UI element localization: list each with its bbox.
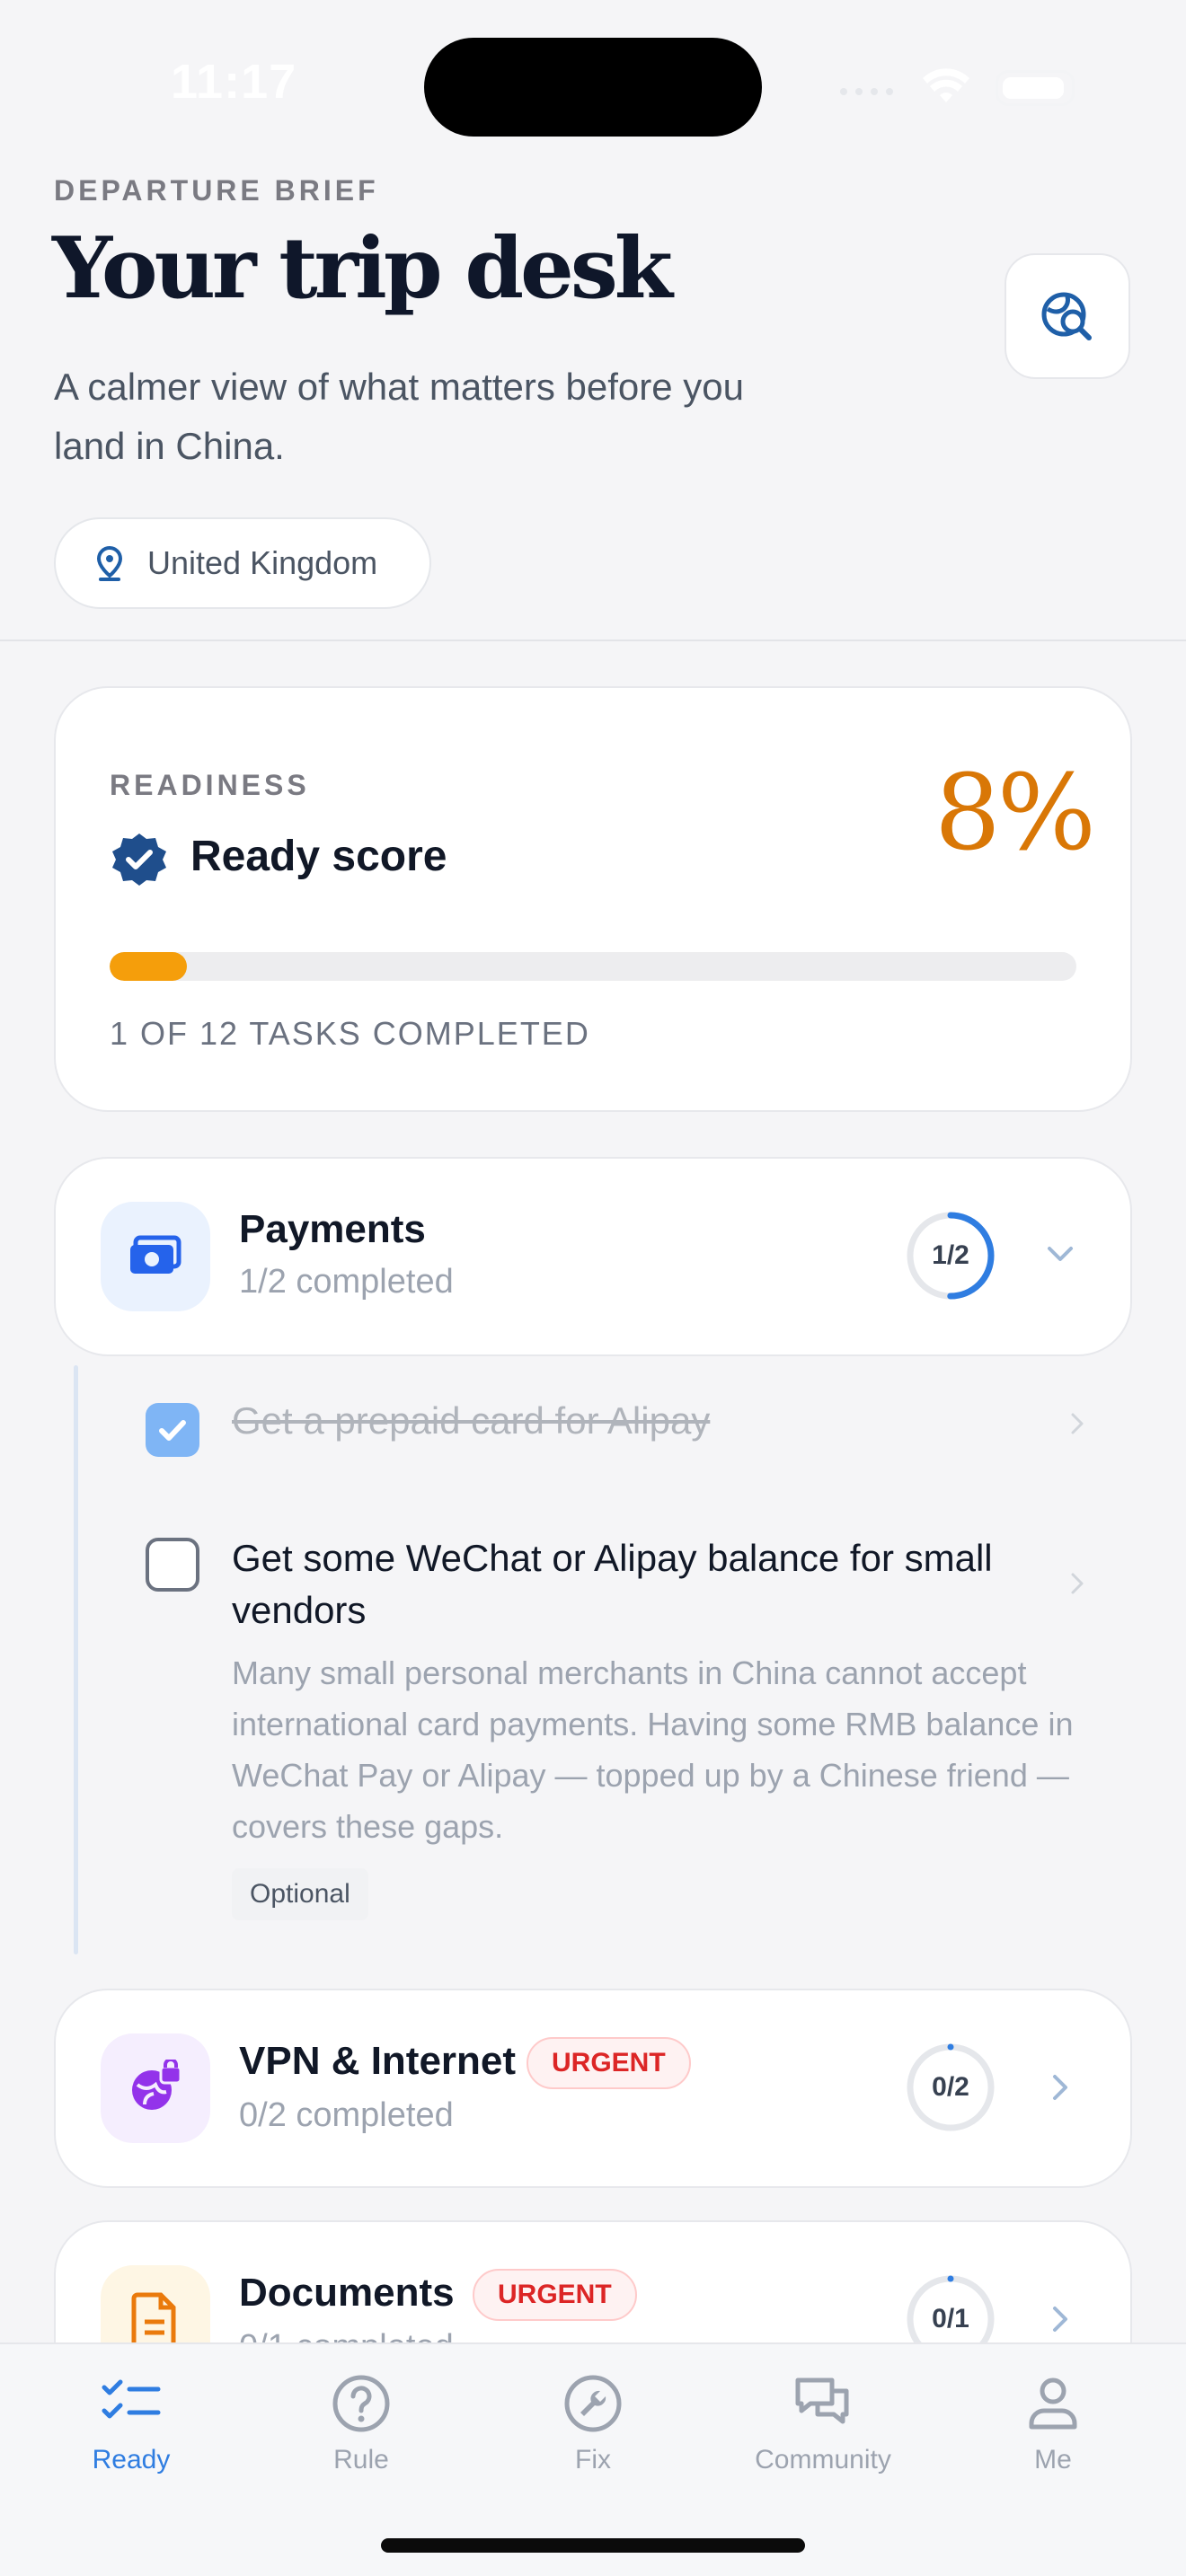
tab-label: Community [755, 2445, 891, 2475]
tab-me[interactable]: Me [934, 2371, 1172, 2475]
location-label: United Kingdom [147, 544, 378, 581]
task-description: Many small personal merchants in China c… [232, 1654, 1074, 1845]
readiness-progress-bar [110, 952, 1076, 981]
chevron-right-icon[interactable] [1042, 2301, 1078, 2337]
question-circle-icon [332, 2375, 390, 2432]
location-pin-icon [96, 545, 123, 581]
chevron-right-icon[interactable] [1064, 1570, 1091, 1597]
cellular-signal-icon [840, 88, 893, 95]
wifi-icon [923, 68, 969, 102]
task-checkbox-checked[interactable] [146, 1403, 199, 1457]
tab-community[interactable]: Community [704, 2371, 942, 2475]
verified-badge-icon [112, 834, 166, 886]
tab-ready[interactable]: Ready [13, 2371, 250, 2475]
tab-label: Rule [333, 2445, 389, 2475]
globe-lock-icon [101, 2033, 210, 2143]
header-divider [0, 640, 1186, 641]
category-progress-text: 1/2 completed [239, 1263, 454, 1301]
home-indicator [381, 2538, 805, 2553]
status-time: 11:17 [171, 55, 297, 109]
globe-search-icon [1041, 292, 1092, 340]
task-list-rail [74, 1365, 78, 1954]
category-progress-text: 0/2 completed [239, 2096, 454, 2134]
checkmark-icon [159, 1420, 186, 1441]
readiness-progress-fill [110, 952, 188, 981]
search-button[interactable] [1005, 253, 1130, 379]
optional-tag: Optional [232, 1868, 368, 1920]
task-checkbox[interactable] [146, 1538, 199, 1592]
urgent-badge: URGENT [473, 2269, 637, 2321]
task-title[interactable]: Get some WeChat or Alipay balance for sm… [232, 1532, 1040, 1636]
progress-ring-label: 1/2 [932, 1240, 969, 1270]
tab-rule[interactable]: Rule [243, 2371, 480, 2475]
dynamic-island [424, 38, 762, 137]
tab-label: Ready [92, 2445, 171, 2475]
readiness-percent: 8% [934, 753, 1096, 874]
chevron-right-icon[interactable] [1064, 1410, 1091, 1437]
checklist-icon [102, 2379, 161, 2419]
tab-label: Fix [575, 2445, 611, 2475]
person-icon [1029, 2378, 1077, 2430]
chevron-right-icon[interactable] [1042, 2069, 1078, 2105]
tab-fix[interactable]: Fix [474, 2371, 712, 2475]
ready-score-label: Ready score [190, 833, 447, 880]
urgent-badge: URGENT [527, 2037, 691, 2089]
banknote-icon [101, 1202, 210, 1311]
task-title-completed[interactable]: Get a prepaid card for Alipay [232, 1399, 710, 1442]
readiness-eyebrow: READINESS [110, 769, 310, 801]
header-eyebrow: DEPARTURE BRIEF [54, 174, 379, 207]
chat-bubbles-icon [795, 2378, 849, 2424]
category-name: Documents [239, 2271, 455, 2315]
location-selector[interactable]: United Kingdom [54, 517, 431, 609]
wrench-icon [564, 2375, 622, 2432]
battery-icon [996, 70, 1075, 106]
category-name: Payments [239, 1207, 426, 1251]
chevron-down-icon[interactable] [1042, 1236, 1078, 1272]
tasks-completed-text: 1 OF 12 TASKS COMPLETED [110, 1015, 590, 1052]
category-name: VPN & Internet [239, 2039, 517, 2083]
tab-label: Me [1034, 2445, 1072, 2475]
page-title: Your trip desk [52, 219, 673, 318]
page-subtitle: A calmer view of what matters before you… [54, 366, 744, 467]
progress-ring-label: 0/2 [932, 2072, 969, 2102]
